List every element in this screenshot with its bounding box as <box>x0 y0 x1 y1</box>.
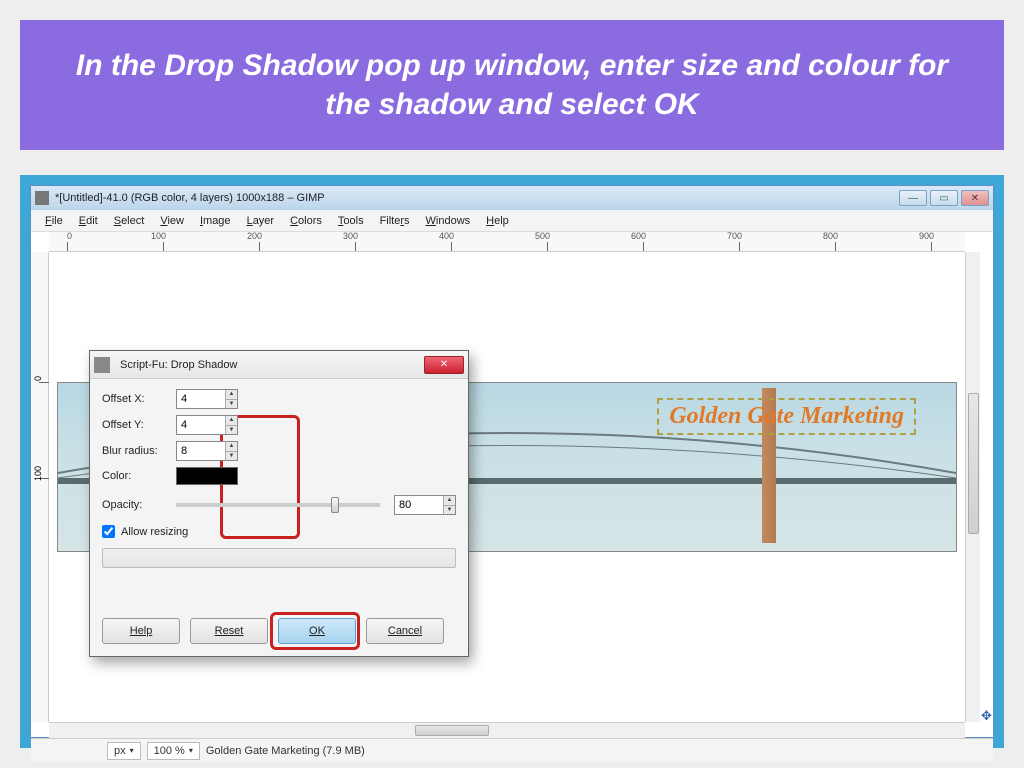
instruction-text: In the Drop Shadow pop up window, enter … <box>60 46 964 124</box>
spinner-down-icon[interactable]: ▼ <box>443 506 455 515</box>
menu-edit[interactable]: Edit <box>71 215 106 227</box>
close-button[interactable]: ✕ <box>961 190 989 206</box>
offset-y-spinner[interactable]: ▲▼ <box>176 415 238 435</box>
scrollbar-thumb[interactable] <box>968 393 979 534</box>
blur-label: Blur radius: <box>102 445 176 457</box>
menu-filters[interactable]: Filters <box>372 215 418 227</box>
spinner-down-icon[interactable]: ▼ <box>225 452 237 461</box>
slider-handle[interactable] <box>331 497 339 513</box>
menu-file[interactable]: File <box>37 215 71 227</box>
menu-image[interactable]: Image <box>192 215 239 227</box>
menu-bar: File Edit Select View Image Layer Colors… <box>31 210 993 232</box>
color-label: Color: <box>102 470 176 482</box>
menu-view[interactable]: View <box>152 215 192 227</box>
spinner-up-icon[interactable]: ▲ <box>225 442 237 452</box>
dialog-close-button[interactable]: ✕ <box>424 356 464 374</box>
gimp-icon <box>35 191 49 205</box>
horizontal-scrollbar[interactable] <box>49 722 965 738</box>
opacity-spinner[interactable]: ▲▼ <box>394 495 456 515</box>
allow-resizing-checkbox[interactable] <box>102 525 115 538</box>
horizontal-ruler[interactable]: 0 100 200 300 400 500 600 700 800 900 <box>49 232 965 252</box>
dialog-title: Script-Fu: Drop Shadow <box>116 359 424 371</box>
opacity-slider[interactable] <box>176 503 380 507</box>
menu-help[interactable]: Help <box>478 215 517 227</box>
navigation-icon[interactable]: ✥ <box>980 709 993 722</box>
spinner-up-icon[interactable]: ▲ <box>225 390 237 400</box>
selected-text-layer[interactable]: Golden Gate Marketing <box>657 398 916 435</box>
menu-tools[interactable]: Tools <box>330 215 372 227</box>
window-title: *[Untitled]-41.0 (RGB color, 4 layers) 1… <box>55 192 325 204</box>
minimize-button[interactable]: — <box>899 190 927 206</box>
menu-windows[interactable]: Windows <box>418 215 479 227</box>
dialog-titlebar[interactable]: Script-Fu: Drop Shadow ✕ <box>90 351 468 379</box>
offset-x-spinner[interactable]: ▲▼ <box>176 389 238 409</box>
presentation-frame: *[Untitled]-41.0 (RGB color, 4 layers) 1… <box>20 175 1004 748</box>
offset-x-label: Offset X: <box>102 393 176 405</box>
help-button[interactable]: Help <box>102 618 180 644</box>
status-bar: px 100 % Golden Gate Marketing (7.9 MB) <box>31 738 993 762</box>
maximize-button[interactable]: ▭ <box>930 190 958 206</box>
allow-resizing-label: Allow resizing <box>121 526 188 538</box>
status-layer-info: Golden Gate Marketing (7.9 MB) <box>206 745 365 757</box>
ok-button[interactable]: OK <box>278 618 356 644</box>
gimp-window: *[Untitled]-41.0 (RGB color, 4 layers) 1… <box>30 185 994 738</box>
spinner-down-icon[interactable]: ▼ <box>225 400 237 409</box>
vertical-ruler[interactable]: 0 100 <box>31 252 49 722</box>
unit-selector[interactable]: px <box>107 742 141 760</box>
progress-bar <box>102 548 456 568</box>
blur-spinner[interactable]: ▲▼ <box>176 441 238 461</box>
zoom-selector[interactable]: 100 % <box>147 742 200 760</box>
opacity-label: Opacity: <box>102 499 176 511</box>
cancel-button[interactable]: Cancel <box>366 618 444 644</box>
vertical-scrollbar[interactable] <box>965 252 980 722</box>
menu-layer[interactable]: Layer <box>239 215 283 227</box>
spinner-up-icon[interactable]: ▲ <box>443 496 455 506</box>
instruction-banner: In the Drop Shadow pop up window, enter … <box>20 20 1004 150</box>
menu-select[interactable]: Select <box>106 215 153 227</box>
dialog-body: Offset X: ▲▼ Offset Y: ▲▼ <box>90 379 468 656</box>
menu-colors[interactable]: Colors <box>282 215 330 227</box>
spinner-down-icon[interactable]: ▼ <box>225 426 237 435</box>
offset-y-label: Offset Y: <box>102 419 176 431</box>
drop-shadow-dialog: Script-Fu: Drop Shadow ✕ Offset X: ▲▼ Of… <box>89 350 469 657</box>
scriptfu-icon <box>94 357 110 373</box>
color-picker-button[interactable] <box>176 467 238 485</box>
scrollbar-thumb[interactable] <box>415 725 488 736</box>
work-area: 0 100 Golden Gate Marketing ✥ <box>31 252 993 722</box>
window-titlebar[interactable]: *[Untitled]-41.0 (RGB color, 4 layers) 1… <box>31 186 993 210</box>
reset-button[interactable]: Reset <box>190 618 268 644</box>
spinner-up-icon[interactable]: ▲ <box>225 416 237 426</box>
